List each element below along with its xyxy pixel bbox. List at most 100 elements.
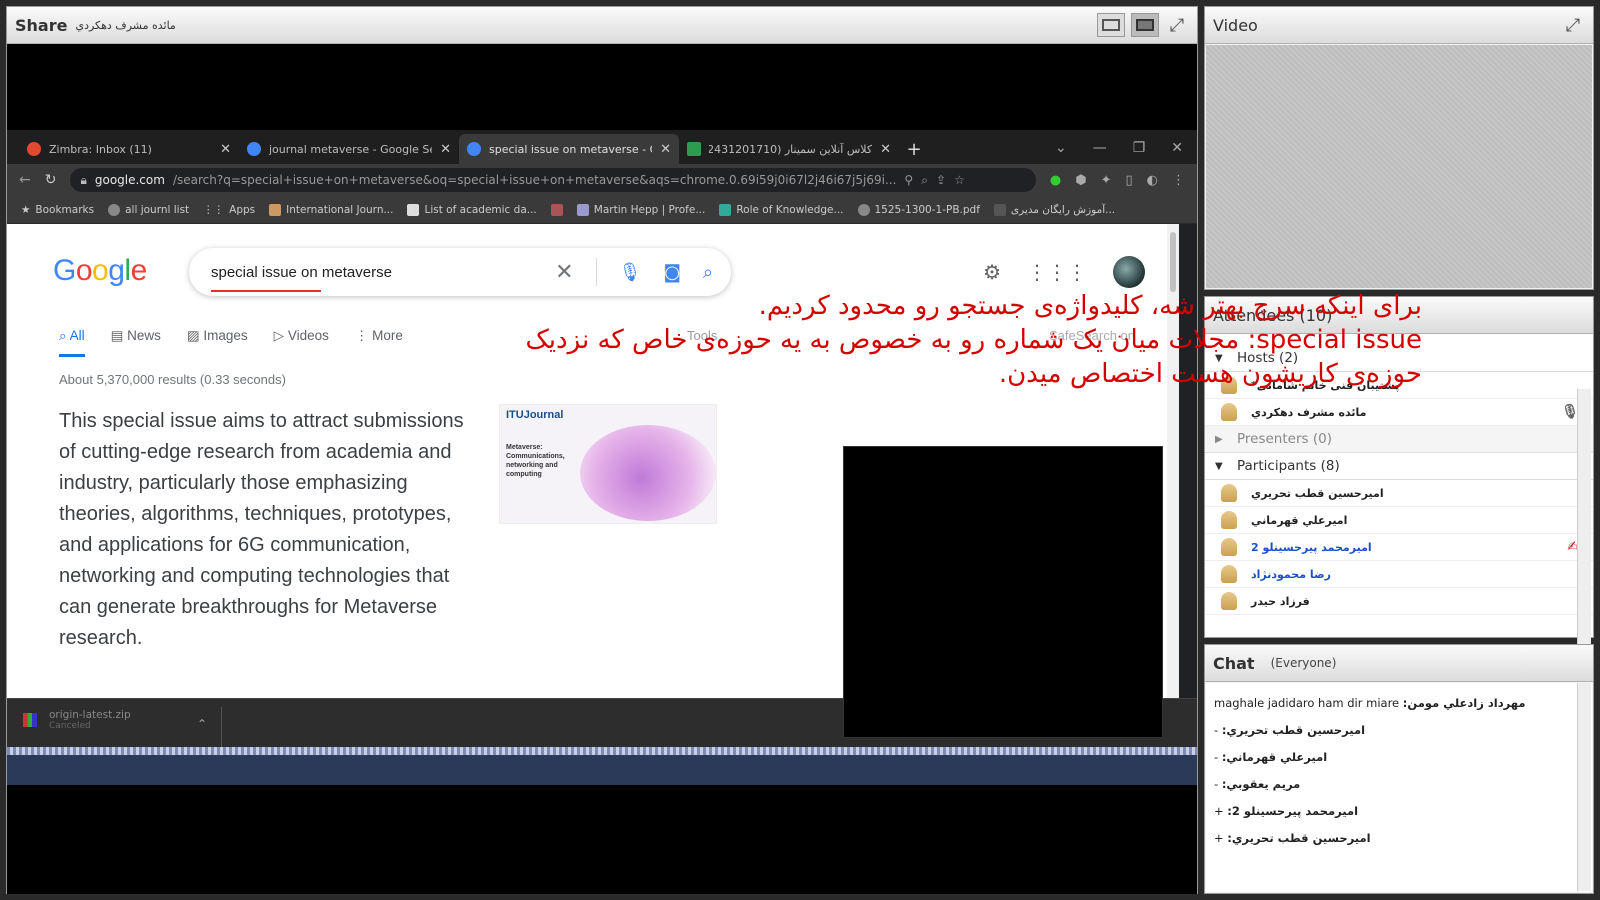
menu-dots-icon[interactable]: ⋮ bbox=[1172, 173, 1185, 188]
bookmark-item[interactable]: 1525-1300-1-PB.pdf bbox=[857, 203, 980, 216]
taskbar bbox=[7, 755, 1197, 785]
browser-tab-journal[interactable]: journal metaverse - Google Sear ✕ bbox=[239, 134, 459, 164]
fit-view-button[interactable] bbox=[1097, 13, 1125, 37]
address-bar[interactable]: 🔒︎ google.com/search?q=special+issue+on+… bbox=[70, 168, 1036, 192]
featured-snippet-image[interactable]: ITUJournal Metaverse: Communications, ne… bbox=[499, 404, 717, 524]
person-icon bbox=[1221, 403, 1237, 421]
browser-tab-special-issue[interactable]: special issue on metaverse - Goo ✕ bbox=[459, 134, 679, 164]
browser-toolbar: ← ↻ 🔒︎ google.com/search?q=special+issue… bbox=[7, 164, 1197, 196]
profile-icon[interactable]: ◐ bbox=[1147, 173, 1158, 188]
attendee-row[interactable]: اميرحسين قطب تحريري bbox=[1205, 480, 1593, 507]
attendee-scrollbar[interactable] bbox=[1577, 389, 1591, 659]
red-annotation: برای اینکه سرچ بهتر شه، کلیدواژه‌ی جستجو… bbox=[525, 291, 1422, 389]
attendee-row[interactable]: اميرمحمد پيرحسينلو 2 ✍ bbox=[1205, 534, 1593, 561]
apps-grid-icon: ⋮⋮ bbox=[203, 203, 225, 216]
person-icon bbox=[1221, 511, 1237, 529]
chat-message: اميرحسين قطب تحريري: + bbox=[1214, 831, 1371, 845]
bookmark-item[interactable]: Role of Knowledge... bbox=[719, 203, 844, 216]
close-icon[interactable]: ✕ bbox=[220, 142, 231, 157]
bookmarks-bar: ★ Bookmarks all journl list ⋮⋮ Apps Intern… bbox=[7, 196, 1197, 224]
attendee-row[interactable]: اميرعلي قهرماني bbox=[1205, 507, 1593, 534]
zimbra-favicon-icon bbox=[27, 142, 41, 156]
extension-icon[interactable]: ⬢ bbox=[1075, 173, 1086, 188]
clear-icon[interactable]: ✕ bbox=[555, 260, 573, 285]
microphone-icon[interactable]: 🎙︎ bbox=[619, 262, 642, 283]
tab-strip: Zimbra: Inbox (11) ✕ journal metaverse -… bbox=[7, 130, 1197, 164]
restore-icon[interactable]: ❐ bbox=[1133, 140, 1146, 156]
new-tab-icon[interactable]: + bbox=[899, 139, 929, 160]
back-icon[interactable]: ← bbox=[19, 172, 31, 188]
bookmark-item[interactable]: International Journ... bbox=[269, 203, 393, 216]
fullscreen-icon[interactable]: ⤢ bbox=[1561, 15, 1585, 36]
tab-search-icon[interactable]: ⌄ bbox=[1055, 140, 1067, 156]
close-icon[interactable]: ✕ bbox=[440, 142, 451, 157]
download-item[interactable]: origin-latest.zip Canceled bbox=[23, 709, 131, 731]
chat-message: اميرحسين قطب تحريري: - bbox=[1214, 723, 1366, 737]
bookmark-item[interactable]: ⋮⋮ Apps bbox=[203, 204, 255, 216]
tab-all[interactable]: ⌕ All bbox=[59, 328, 85, 357]
puzzle-icon[interactable]: ✦ bbox=[1101, 173, 1112, 188]
avatar[interactable] bbox=[1113, 256, 1145, 288]
bookmark-item[interactable]: List of academic da... bbox=[407, 203, 537, 216]
browser-tab-zimbra[interactable]: Zimbra: Inbox (11) ✕ bbox=[19, 134, 239, 164]
window-close-icon[interactable]: ✕ bbox=[1171, 140, 1183, 156]
attendee-row[interactable]: رضا محمودنژاد bbox=[1205, 561, 1593, 588]
lock-icon: 🔒︎ bbox=[80, 172, 87, 187]
fullscreen-icon[interactable]: ⤢ bbox=[1165, 15, 1189, 36]
bookmark-item[interactable]: ...آموزش رایگان مدیری bbox=[993, 203, 1115, 216]
search-icon[interactable]: ⌕ bbox=[703, 262, 713, 283]
tab-videos[interactable]: ▷ Videos bbox=[274, 328, 329, 357]
chevron-up-icon[interactable]: ⌃ bbox=[197, 717, 207, 731]
chat-pod: Chat (Everyone) مهرداد زادعلي مومن: magh… bbox=[1204, 644, 1594, 894]
attendee-row[interactable]: فرزاد حیدر bbox=[1205, 588, 1593, 615]
sidepanel-icon[interactable]: ▯ bbox=[1126, 173, 1133, 188]
chat-title: Chat bbox=[1213, 653, 1255, 673]
wikipedia-icon bbox=[407, 203, 420, 216]
globe-icon bbox=[108, 203, 121, 216]
featured-snippet: This special issue aims to attract submi… bbox=[59, 410, 464, 649]
chat-messages: مهرداد زادعلي مومن: maghale jadidaro ham… bbox=[1206, 683, 1592, 892]
chat-message: مريم يعقوبي: - bbox=[1214, 777, 1301, 791]
doc-icon bbox=[719, 203, 732, 216]
star-icon[interactable]: ☆ bbox=[954, 173, 965, 187]
bookmark-item[interactable]: Martin Hepp | Profe... bbox=[576, 203, 705, 216]
person-icon bbox=[1221, 565, 1237, 583]
minimize-icon[interactable]: — bbox=[1093, 140, 1107, 156]
location-icon[interactable]: ⚲ bbox=[904, 173, 913, 187]
close-icon[interactable]: ✕ bbox=[880, 142, 891, 157]
globe-icon bbox=[857, 203, 870, 216]
camera-icon[interactable]: ◙ bbox=[663, 262, 680, 283]
chat-message: اميرمحمد پيرحسينلو 2: + bbox=[1214, 804, 1359, 818]
tab-images[interactable]: ▨ Images bbox=[187, 328, 248, 357]
reload-icon[interactable]: ↻ bbox=[45, 172, 57, 188]
browser-tab-seminar[interactable]: کلاس آنلاین سمینار (12431201710 ✕ bbox=[679, 134, 899, 164]
attendee-row[interactable]: مائده مشرف دهکردي 🎙︎ bbox=[1205, 399, 1593, 426]
presenters-group[interactable]: ▶ Presenters (0) bbox=[1205, 426, 1593, 453]
bookmark-item[interactable] bbox=[550, 203, 563, 216]
chat-message: اميرعلي قهرماني: - bbox=[1214, 750, 1328, 764]
actual-size-button[interactable] bbox=[1131, 13, 1159, 37]
share-icon[interactable]: ⇪ bbox=[936, 173, 946, 187]
close-icon[interactable]: ✕ bbox=[660, 142, 671, 157]
tab-news[interactable]: ▤ News bbox=[111, 328, 161, 357]
search-input[interactable]: special issue on metaverse bbox=[211, 264, 555, 281]
bookmark-item[interactable]: all journl list bbox=[108, 203, 189, 216]
person-icon bbox=[1221, 592, 1237, 610]
settings-gear-icon[interactable]: ⚙ bbox=[983, 260, 1001, 284]
bookmark-item[interactable]: ★ Bookmarks bbox=[21, 204, 94, 216]
google-logo[interactable]: Google bbox=[53, 254, 147, 288]
share-title: Share bbox=[15, 15, 68, 35]
video-pod: Video ⤢ bbox=[1204, 6, 1594, 290]
share-pod-header: Share مائده مشرف دهکردي ⤢ bbox=[7, 7, 1197, 44]
chat-scrollbar[interactable] bbox=[1577, 683, 1591, 891]
site-icon bbox=[993, 203, 1006, 216]
apps-grid-icon[interactable]: ⋮⋮⋮ bbox=[1027, 260, 1087, 284]
annotation-underline bbox=[211, 290, 321, 292]
zoom-icon[interactable]: ⌕ bbox=[921, 173, 928, 188]
screen-share-content: Zimbra: Inbox (11) ✕ journal metaverse -… bbox=[7, 44, 1197, 894]
extension-green-icon[interactable]: ● bbox=[1050, 173, 1061, 188]
person-icon bbox=[1221, 538, 1237, 556]
presenter-name: مائده مشرف دهکردي bbox=[75, 18, 176, 32]
participants-group[interactable]: ▼ Participants (8) bbox=[1205, 453, 1593, 480]
google-favicon-icon bbox=[467, 142, 481, 156]
